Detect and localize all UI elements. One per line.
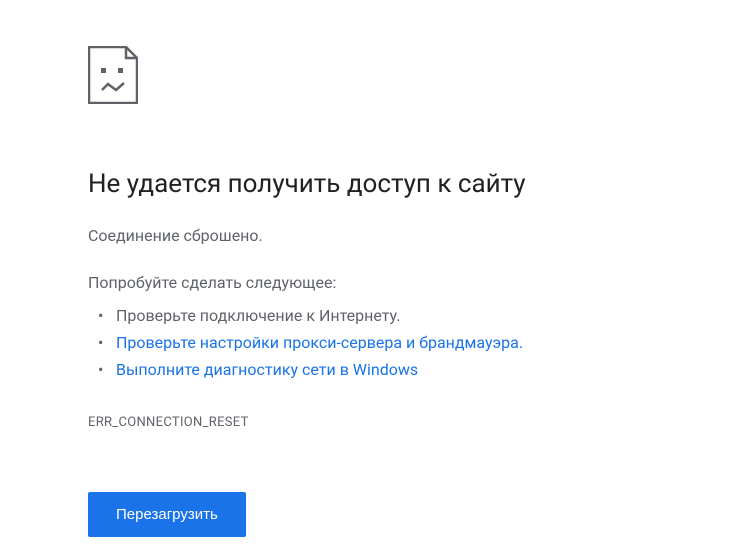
list-item: Выполните диагностику сети в Windows: [116, 356, 746, 383]
reload-button[interactable]: Перезагрузить: [88, 492, 246, 537]
error-code: ERR_CONNECTION_RESET: [88, 415, 746, 430]
list-item: Проверьте настройки прокси-сервера и бра…: [116, 329, 746, 356]
sad-page-icon: [88, 46, 746, 108]
suggestion-list: Проверьте подключение к Интернету. Прове…: [88, 302, 746, 384]
try-label: Попробуйте сделать следующее:: [88, 273, 746, 292]
error-subtitle: Соединение сброшено.: [88, 226, 746, 245]
error-title: Не удается получить доступ к сайту: [88, 168, 746, 202]
list-item: Проверьте подключение к Интернету.: [116, 302, 746, 329]
suggestion-text: Проверьте подключение к Интернету.: [116, 306, 400, 325]
suggestion-link-diagnostics[interactable]: Выполните диагностику сети в Windows: [116, 360, 418, 379]
suggestion-link-proxy[interactable]: Проверьте настройки прокси-сервера и бра…: [116, 333, 523, 352]
